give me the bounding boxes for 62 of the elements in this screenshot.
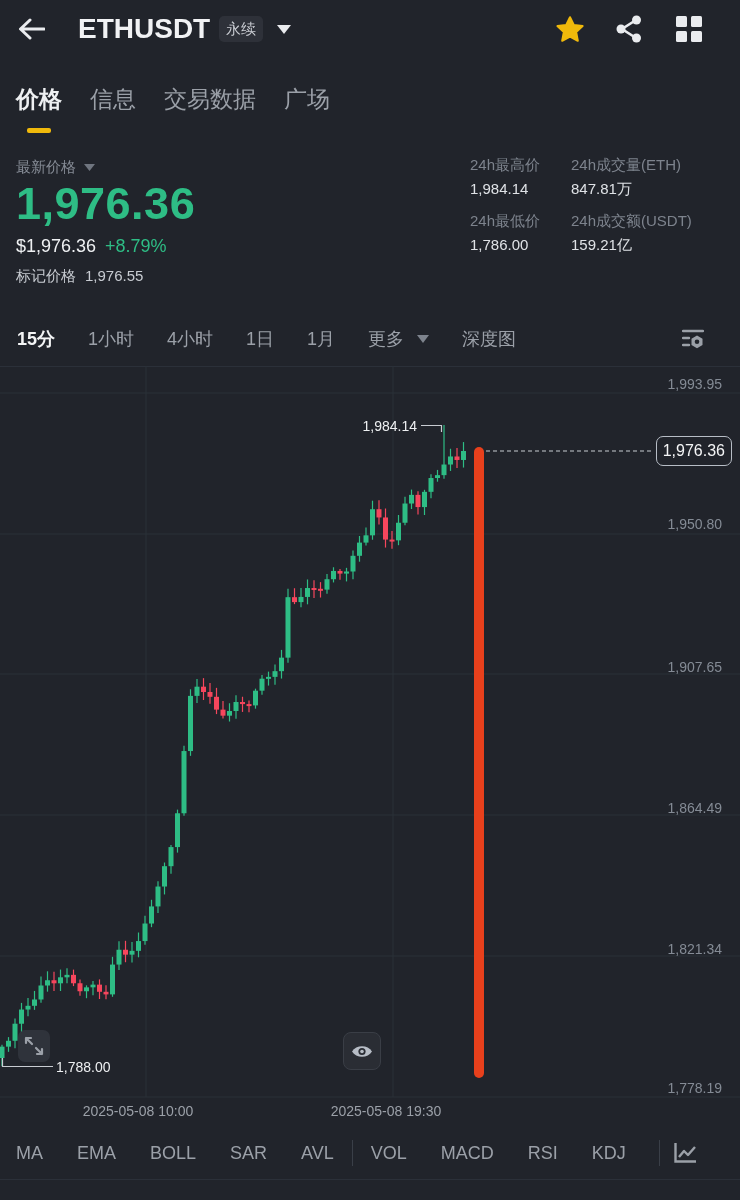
stat-label: 24h成交额(USDT) xyxy=(571,211,693,231)
stat-value: 847.81万 xyxy=(571,179,633,199)
eye-icon xyxy=(351,1043,373,1059)
current-price-tag: 1,976.36 xyxy=(655,436,732,466)
tab[interactable]: 交易数据 xyxy=(164,58,256,136)
stat-label: 24h成交量(ETH) xyxy=(571,155,683,175)
mark-price-label: 标记价格 xyxy=(16,266,76,286)
symbol-title: ETHUSDT xyxy=(78,13,211,45)
indicator-button[interactable]: MACD xyxy=(440,1140,494,1165)
stat-value: 1,786.00 xyxy=(470,235,530,255)
visibility-button[interactable] xyxy=(343,1032,381,1070)
low-price-leader-line xyxy=(1,1057,54,1068)
interval-tab[interactable]: 1月 xyxy=(307,326,336,352)
indicator-button[interactable]: KDJ xyxy=(591,1140,626,1165)
indicator-button[interactable]: SAR xyxy=(230,1140,268,1165)
time-axis-label: 2025-05-08 10:00 xyxy=(82,1103,194,1119)
tab[interactable]: 价格 xyxy=(16,58,62,136)
indicator-button[interactable]: BOLL xyxy=(150,1140,197,1165)
more-dropdown[interactable]: 更多 xyxy=(368,326,430,352)
stat-label: 24h最低价 xyxy=(470,211,542,231)
stat-value: 159.21亿 xyxy=(571,235,633,255)
price-axis-label: 1,864.49 xyxy=(667,800,722,816)
indicator-button[interactable]: AVL xyxy=(301,1140,334,1165)
indicator-button[interactable]: RSI xyxy=(527,1140,558,1165)
grid-icon[interactable] xyxy=(676,16,702,42)
price-label: 最新价格 xyxy=(16,157,76,177)
price-axis-label: 1,950.80 xyxy=(667,516,722,532)
interval-tab[interactable]: 1日 xyxy=(246,326,275,352)
tab-underline xyxy=(27,128,51,133)
stat-label: 24h最高价 xyxy=(470,155,542,175)
interval-tab[interactable]: 15分 xyxy=(17,326,56,352)
usd-price: $1,976.36 xyxy=(16,235,97,258)
stat-value: 1,984.14 xyxy=(470,179,530,199)
low-price-label: 1,788.00 xyxy=(56,1059,111,1075)
price-axis-label: 1,821.34 xyxy=(667,941,722,957)
interval-tab[interactable]: 4小时 xyxy=(167,326,214,352)
high-price-label: 1,984.14 xyxy=(362,418,417,434)
interval-tab[interactable]: 1小时 xyxy=(88,326,135,352)
caret-icon xyxy=(417,335,430,343)
tab[interactable]: 广场 xyxy=(284,58,330,136)
chart-icon[interactable] xyxy=(673,1142,696,1163)
indicator-button[interactable]: VOL xyxy=(370,1140,407,1165)
chart-settings-icon[interactable] xyxy=(682,329,704,349)
expand-button[interactable] xyxy=(18,1030,50,1062)
last-price: 1,976.36 xyxy=(16,180,197,228)
price-axis-label: 1,993.95 xyxy=(667,376,722,392)
share-icon[interactable] xyxy=(616,15,642,43)
indicator-button[interactable]: MA xyxy=(16,1140,43,1165)
price-axis-label: 1,778.19 xyxy=(667,1080,722,1096)
mark-price-value: 1,976.55 xyxy=(85,266,144,286)
high-price-leader-line xyxy=(420,424,443,433)
price-change: +8.79% xyxy=(105,235,167,258)
time-axis-label: 2025-05-08 19:30 xyxy=(330,1103,442,1119)
price-axis-label: 1,907.65 xyxy=(667,659,722,675)
indicator-button[interactable]: EMA xyxy=(77,1140,116,1165)
expand-icon xyxy=(24,1036,44,1056)
back-arrow-icon[interactable] xyxy=(18,18,45,40)
contract-type-badge[interactable]: 永续 xyxy=(219,16,264,42)
tab[interactable]: 信息 xyxy=(90,58,136,136)
star-icon[interactable] xyxy=(556,15,584,43)
caret-icon[interactable] xyxy=(277,24,292,34)
interval-tab[interactable]: 深度图 xyxy=(462,326,517,352)
